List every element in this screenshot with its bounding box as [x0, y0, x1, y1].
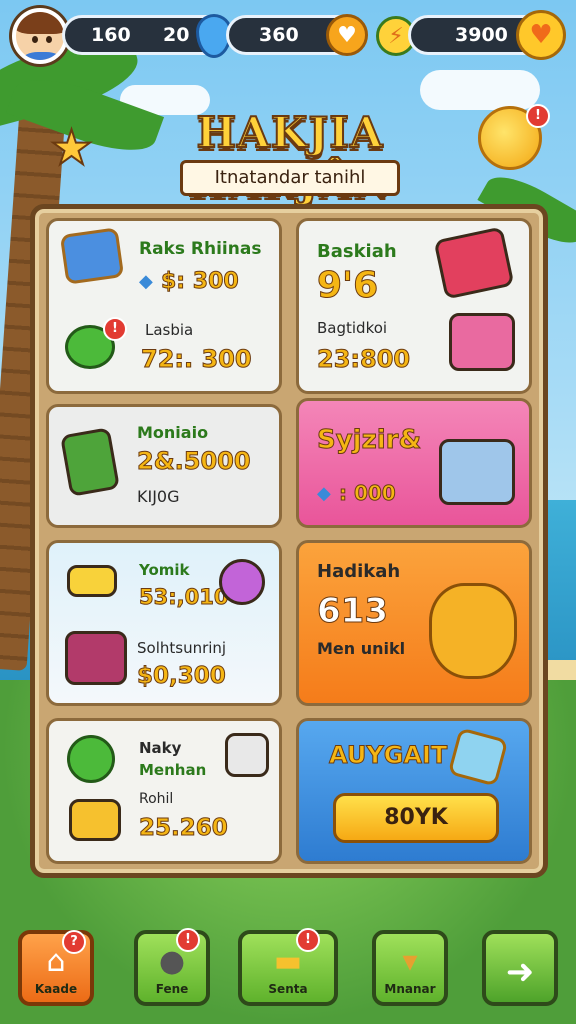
- honey-pot-icon: [429, 583, 517, 679]
- card-label: Solhtsunrinj: [137, 639, 227, 657]
- heart-icon[interactable]: ♥: [326, 14, 368, 56]
- scroll-icon: ▬: [273, 944, 303, 979]
- card-notification: !: [103, 317, 127, 341]
- card-price: 25.260: [139, 815, 229, 842]
- card-price: $0,300: [137, 663, 227, 690]
- nav-senta-label: Senta: [268, 982, 308, 996]
- cheese-icon: [67, 565, 117, 597]
- card-label: Moniaio: [137, 423, 209, 442]
- card-label: Menhan: [139, 761, 207, 779]
- dollar-coin-icon: [67, 735, 115, 783]
- card-label: Raks Rhiinas: [139, 239, 262, 259]
- shop-card-moniaio[interactable]: Moniaio 2&.5000 KIJ0G: [46, 404, 282, 528]
- card-label: Hadikah: [317, 561, 401, 582]
- shop-card-naky[interactable]: Naky Menhan Rohil 25.260: [46, 718, 282, 864]
- notification-badge: !: [526, 104, 550, 128]
- stat-2-value: 20: [163, 24, 190, 46]
- gems-value: 360: [259, 24, 299, 46]
- nav-senta[interactable]: ▬ Senta: [238, 930, 338, 1006]
- robot-icon: [225, 733, 269, 777]
- card-sub: KIJ0G: [137, 487, 180, 506]
- cheese-icon: [69, 799, 121, 841]
- card-price: 72:. 300: [141, 345, 253, 374]
- gift-box-icon: [433, 226, 515, 300]
- card-label: Baskiah: [317, 241, 397, 262]
- nav-next[interactable]: ➜: [482, 930, 558, 1006]
- card-label: AUYGAIT: [328, 741, 448, 770]
- notification-badge: !: [176, 928, 200, 952]
- book-icon: [59, 427, 121, 497]
- nav-mnanar[interactable]: ▾ Mnanar: [372, 930, 448, 1006]
- nav-home-label: Kaade: [34, 982, 78, 996]
- mirror-icon: [447, 727, 509, 787]
- pot-icon: ●: [158, 944, 186, 979]
- buy-button[interactable]: 80YK: [333, 793, 499, 843]
- notification-badge: ?: [62, 930, 86, 954]
- shop-card-syjzir[interactable]: Syjzir& ◆ : 000: [296, 398, 532, 528]
- gem-price-icon: ◆: [317, 483, 331, 504]
- stat-1-value: 160: [91, 24, 131, 46]
- toaster-icon: [449, 313, 515, 371]
- card-price: 53:,010: [138, 585, 229, 610]
- flower-icon: [219, 559, 265, 605]
- card-price: : 000: [339, 481, 397, 506]
- coins-value: 3900: [455, 24, 508, 46]
- card-label: Lasbia: [145, 321, 194, 339]
- shop-card-baskiah[interactable]: Baskiah 9'6 Bagtidkoi 23:800: [296, 218, 532, 394]
- card-value: 613: [317, 591, 389, 632]
- card-price: 2&.5000: [137, 447, 252, 476]
- card-price: 23:800: [316, 345, 411, 374]
- card-label: Rohil: [139, 791, 174, 807]
- star-icon: ★: [49, 119, 94, 177]
- card-label: Bagtidkoi: [317, 319, 388, 337]
- shop-card-auygait[interactable]: AUYGAIT 80YK: [296, 718, 532, 864]
- shop-card-yomik[interactable]: Yomik 53:,010 Solhtsunrinj $0,300: [46, 540, 282, 706]
- gem-price-icon: ◆: [139, 271, 153, 292]
- nav-fene-label: Fene: [155, 982, 189, 996]
- treasure-chest-icon: [439, 439, 515, 505]
- treasure-chest-icon: [65, 631, 127, 685]
- cloud: [420, 70, 540, 110]
- card-sub: Men unikl: [317, 639, 406, 658]
- player-avatar[interactable]: [12, 8, 68, 64]
- shop-card-hadikah[interactable]: Hadikah 613 Men unikl: [296, 540, 532, 706]
- arrow-right-icon: ➜: [505, 952, 535, 992]
- top-bar: 160 20 360 ♥ ⚡ 3900 ♥: [8, 6, 568, 64]
- card-price: $: 300: [161, 269, 240, 295]
- basket-icon: ▾: [402, 944, 418, 979]
- shop-card-raks[interactable]: Raks Rhiinas ◆ $: 300 ! Lasbia 72:. 300: [46, 218, 282, 394]
- picture-frame-icon: [59, 227, 125, 285]
- card-label: Yomik: [139, 561, 190, 579]
- notification-badge: !: [296, 928, 320, 952]
- heart-icon[interactable]: ♥: [516, 10, 566, 60]
- card-value: 9'6: [316, 265, 379, 307]
- nav-mnanar-label: Mnanar: [384, 982, 436, 996]
- card-label: Naky: [139, 739, 182, 757]
- page-subtitle: Itnatandar tanihl: [180, 160, 400, 196]
- card-label: Syjzir&: [316, 425, 422, 456]
